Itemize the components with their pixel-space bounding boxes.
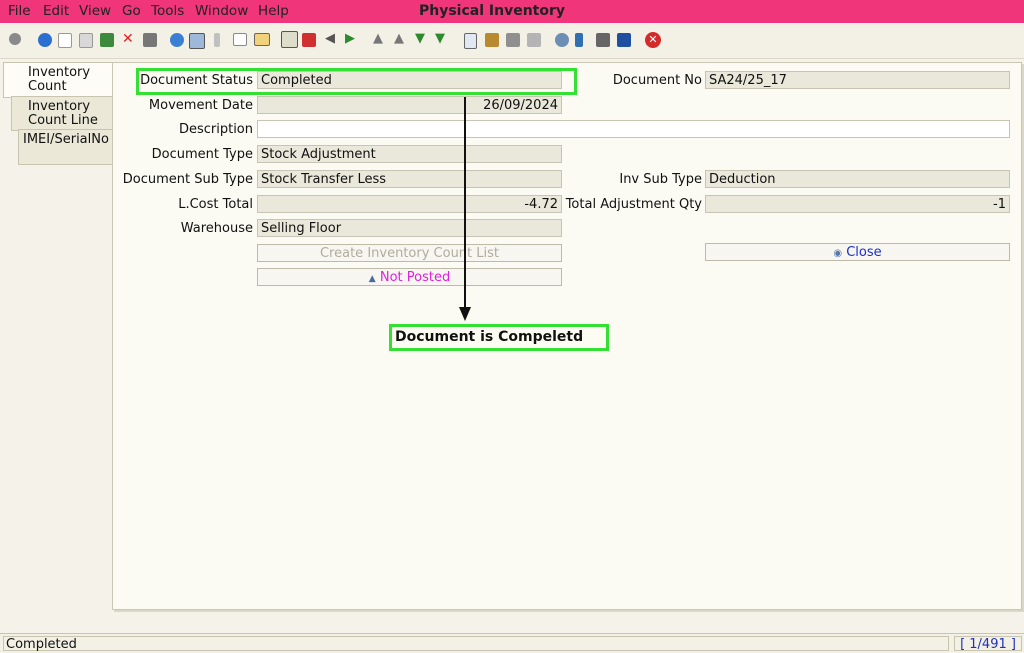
- copy-icon[interactable]: [79, 33, 93, 48]
- lcost-total-field: -4.72: [257, 195, 562, 213]
- document-status-highlight: [136, 68, 577, 95]
- document-sub-type-label: Document Sub Type: [122, 172, 253, 187]
- detail-icon[interactable]: [464, 33, 477, 49]
- history-icon[interactable]: [254, 33, 270, 46]
- first-record-icon[interactable]: ▲: [373, 32, 387, 46]
- archive-icon[interactable]: [485, 33, 499, 47]
- close-icon: ◉: [833, 248, 843, 259]
- print-icon[interactable]: [506, 33, 520, 47]
- last-record-icon[interactable]: ▼: [435, 32, 449, 46]
- find-icon[interactable]: [189, 33, 205, 49]
- chat-icon[interactable]: [233, 33, 247, 46]
- description-label: Description: [178, 122, 253, 137]
- zoom-icon[interactable]: [555, 33, 569, 47]
- status-message: Completed: [3, 636, 949, 652]
- toolbar: ✕ ◀ ▶ ▲ ▲ ▼ ▼ ✕: [0, 24, 1024, 59]
- window-icon[interactable]: [617, 33, 631, 47]
- document-type-field: Stock Adjustment: [257, 145, 562, 163]
- menu-file[interactable]: File: [8, 3, 31, 19]
- report-icon[interactable]: [281, 31, 298, 48]
- movement-date-label: Movement Date: [148, 98, 253, 113]
- next-record-icon[interactable]: ▼: [415, 32, 429, 46]
- print-preview-icon[interactable]: [143, 33, 157, 47]
- save-icon[interactable]: [100, 33, 114, 47]
- tab-imei-serialno[interactable]: IMEI/SerialNo: [18, 129, 114, 165]
- tab-inventory-count-line-label: Inventory Count Line: [28, 99, 98, 128]
- window-title: Physical Inventory: [419, 3, 566, 19]
- posting-icon: ▲: [368, 274, 376, 284]
- inv-sub-type-label: Inv Sub Type: [619, 172, 702, 187]
- document-type-label: Document Type: [151, 147, 253, 162]
- tab-strip: Inventory Count Inventory Count Line IMEI/…: [0, 60, 114, 620]
- exit-icon[interactable]: ✕: [645, 32, 661, 48]
- attachment-icon[interactable]: [214, 33, 220, 47]
- description-field[interactable]: [257, 120, 1010, 138]
- status-bar: Completed [ 1/491 ]: [0, 633, 1024, 653]
- close-button-label: Close: [846, 245, 882, 260]
- delete-icon[interactable]: ✕: [122, 32, 136, 46]
- total-adjustment-qty-label: Total Adjustment Qty: [565, 197, 702, 212]
- forward-icon[interactable]: ▶: [345, 32, 359, 46]
- tab-inventory-count[interactable]: Inventory Count: [3, 62, 113, 98]
- record-counter[interactable]: [ 1/491 ]: [954, 636, 1022, 652]
- undo-icon[interactable]: [9, 33, 21, 45]
- close-button[interactable]: ◉ Close: [705, 243, 1010, 261]
- not-posted-button-label: Not Posted: [379, 270, 451, 285]
- tab-inventory-count-line[interactable]: Inventory Count Line: [11, 96, 114, 131]
- movement-date-field: 26/09/2024: [257, 96, 562, 114]
- tab-inventory-count-label: Inventory Count: [28, 65, 91, 94]
- menu-help[interactable]: Help: [258, 3, 289, 19]
- workflow-icon[interactable]: [575, 33, 583, 47]
- menu-edit[interactable]: Edit: [43, 3, 69, 19]
- not-posted-button[interactable]: ▲ Not Posted: [257, 268, 562, 286]
- help-icon[interactable]: [38, 33, 52, 47]
- annotation-note: Document is Compeletd: [389, 324, 609, 351]
- annotation-arrow: [459, 97, 471, 321]
- previous-record-icon[interactable]: ▲: [394, 32, 408, 46]
- menu-tools[interactable]: Tools: [151, 3, 184, 19]
- inv-sub-type-field: Deduction: [705, 170, 1010, 188]
- home-icon[interactable]: [302, 33, 316, 47]
- menu-go[interactable]: Go: [122, 3, 141, 19]
- menu-view[interactable]: View: [79, 3, 111, 19]
- back-icon[interactable]: ◀: [325, 32, 339, 46]
- tab-imei-serialno-label: IMEI/SerialNo: [23, 132, 109, 147]
- document-no-field: SA24/25_17: [705, 71, 1010, 89]
- menu-window[interactable]: Window: [195, 3, 248, 19]
- print-setup-icon[interactable]: [527, 33, 541, 47]
- create-inventory-count-list-button[interactable]: Create Inventory Count List: [257, 244, 562, 262]
- menu-bar: File Edit View Go Tools Window Help Phys…: [0, 0, 1024, 23]
- total-adjustment-qty-field: -1: [705, 195, 1010, 213]
- lcost-total-label: L.Cost Total: [178, 197, 253, 212]
- new-icon[interactable]: [58, 33, 72, 48]
- document-no-label: Document No: [612, 73, 702, 88]
- warehouse-field: Selling Floor: [257, 219, 562, 237]
- warehouse-label: Warehouse: [180, 221, 253, 236]
- product-icon[interactable]: [596, 33, 610, 47]
- document-sub-type-field: Stock Transfer Less: [257, 170, 562, 188]
- refresh-icon[interactable]: [170, 33, 184, 47]
